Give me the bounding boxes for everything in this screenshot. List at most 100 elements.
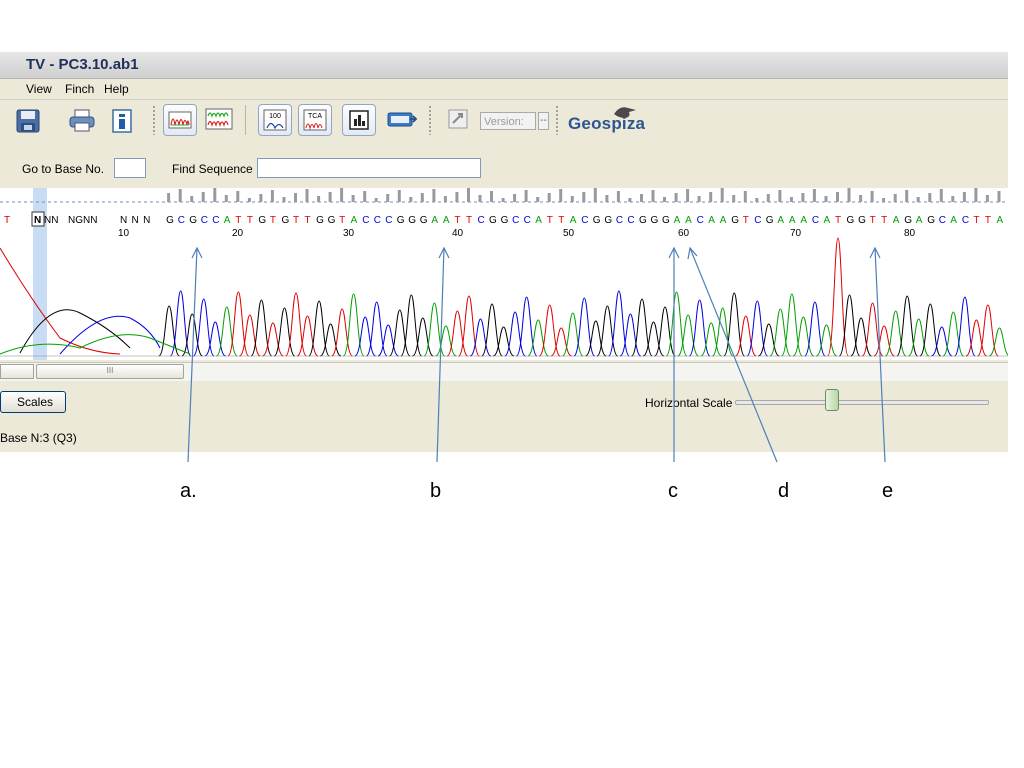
base-call: A [351, 215, 358, 226]
trace-peak [977, 304, 999, 357]
base-call: T [270, 215, 276, 226]
trace-peak [423, 302, 446, 357]
base-call: A [535, 215, 542, 226]
quality-bar [547, 193, 551, 202]
info-button[interactable] [106, 106, 138, 136]
base-call: T [743, 215, 749, 226]
quality-bars-button[interactable] [342, 104, 376, 136]
print-button[interactable] [66, 106, 98, 136]
base-call: T [973, 215, 979, 226]
quality-bar [420, 193, 424, 202]
quality-bar [939, 189, 943, 202]
quality-bar [951, 196, 955, 202]
chromatogram-panel[interactable]: T N NN NGNN NNNGCGCCATTGTGTTGGTACCCGGGAATTC… [0, 188, 1008, 360]
quality-bar [766, 194, 770, 202]
quality-bar [213, 188, 217, 202]
quality-bar [490, 191, 493, 202]
quality-bar [236, 191, 240, 202]
quality-bar [616, 191, 620, 202]
base-call: C [581, 215, 588, 226]
menu-view[interactable]: View [26, 82, 52, 96]
single-trace-view-icon [168, 111, 192, 129]
quality-bars-icon [349, 110, 369, 130]
scales-button[interactable]: Scales [0, 391, 66, 413]
base-call: G [316, 215, 324, 226]
trace-peak [504, 311, 526, 357]
sequence-viewer-window: TV - PC3.10.ab1 View Finch Help 100 TCA [0, 52, 1008, 452]
trace-peak [781, 293, 803, 357]
quality-bar [190, 196, 194, 202]
menu-finch[interactable]: Finch [65, 82, 94, 96]
horizontal-scale-label: Horizontal Scale [645, 396, 733, 410]
base-call: A [720, 215, 727, 226]
base-call: T [547, 215, 553, 226]
trace-peak [596, 305, 619, 357]
horizontal-scrollbar[interactable]: III [0, 362, 1008, 381]
lead-base-call: T [4, 215, 10, 226]
trace-peak [573, 297, 596, 357]
quality-100-button[interactable]: 100 [258, 104, 292, 136]
quality-bar [628, 198, 632, 202]
stacked-trace-view-button[interactable] [203, 104, 235, 134]
base-call: C [362, 215, 369, 226]
trace-peak [169, 290, 192, 357]
scroll-thumb[interactable]: III [36, 364, 184, 379]
trace-peak [285, 292, 307, 357]
quality-bar [605, 195, 609, 202]
quality-bar [916, 197, 920, 202]
tca-trace-text: TCA [308, 113, 322, 120]
quality-bar [513, 194, 517, 202]
goto-base-input[interactable] [114, 158, 146, 178]
find-sequence-input[interactable] [257, 158, 481, 178]
save-icon [16, 109, 40, 133]
position-number: 20 [232, 228, 244, 239]
trace-peak [861, 302, 884, 357]
base-call: N [143, 215, 150, 226]
chromatogram[interactable]: T N NN NGNN NNNGCGCCATTGTGTTGGTACCCGGGAATTC… [0, 188, 1008, 360]
menu-help[interactable]: Help [104, 82, 129, 96]
base-call: T [339, 215, 345, 226]
horizontal-scale-thumb[interactable] [825, 389, 839, 411]
quality-bar [305, 189, 309, 202]
quality-bar [720, 188, 724, 202]
base-call: G [639, 215, 647, 226]
trace-peak [342, 293, 365, 357]
trace-peak [481, 303, 503, 357]
toolbar-grip[interactable] [152, 105, 156, 135]
base-call: A [224, 215, 231, 226]
base-call: A [893, 215, 900, 226]
base-call: T [985, 215, 991, 226]
trace-peak [458, 295, 480, 357]
base-call: T [881, 215, 887, 226]
toolbar-grip-2[interactable] [428, 105, 432, 135]
tca-trace-button[interactable]: TCA [298, 104, 332, 136]
single-trace-view-button[interactable] [163, 104, 197, 136]
quality-bar [409, 197, 413, 202]
disabled-tool-button [442, 104, 474, 134]
quality-bar [524, 190, 528, 202]
quality-bar [962, 192, 966, 202]
lead-base-calls: T N NN NGNN [4, 211, 97, 227]
trace-peak [665, 291, 688, 357]
toolbar-grip-3[interactable] [555, 105, 559, 135]
export-sequence-button[interactable] [386, 104, 418, 134]
save-button[interactable] [12, 106, 44, 136]
base-call: A [674, 215, 681, 226]
quality-bar [397, 190, 401, 202]
base-call: T [454, 215, 460, 226]
base-call: G [662, 215, 670, 226]
quality-bar [859, 195, 863, 202]
trace-peak [827, 237, 849, 357]
scroll-left-button[interactable] [0, 364, 34, 379]
horizontal-scale-track[interactable] [735, 400, 989, 405]
base-call: C [627, 215, 634, 226]
base-call: A [708, 215, 715, 226]
lead-base-call: NN [44, 215, 58, 226]
base-call: G [397, 215, 405, 226]
base-call: C [212, 215, 219, 226]
base-call: C [812, 215, 819, 226]
position-number: 10 [118, 228, 130, 239]
base-call: T [870, 215, 876, 226]
quality-bar [697, 196, 701, 202]
base-call: G [847, 215, 855, 226]
